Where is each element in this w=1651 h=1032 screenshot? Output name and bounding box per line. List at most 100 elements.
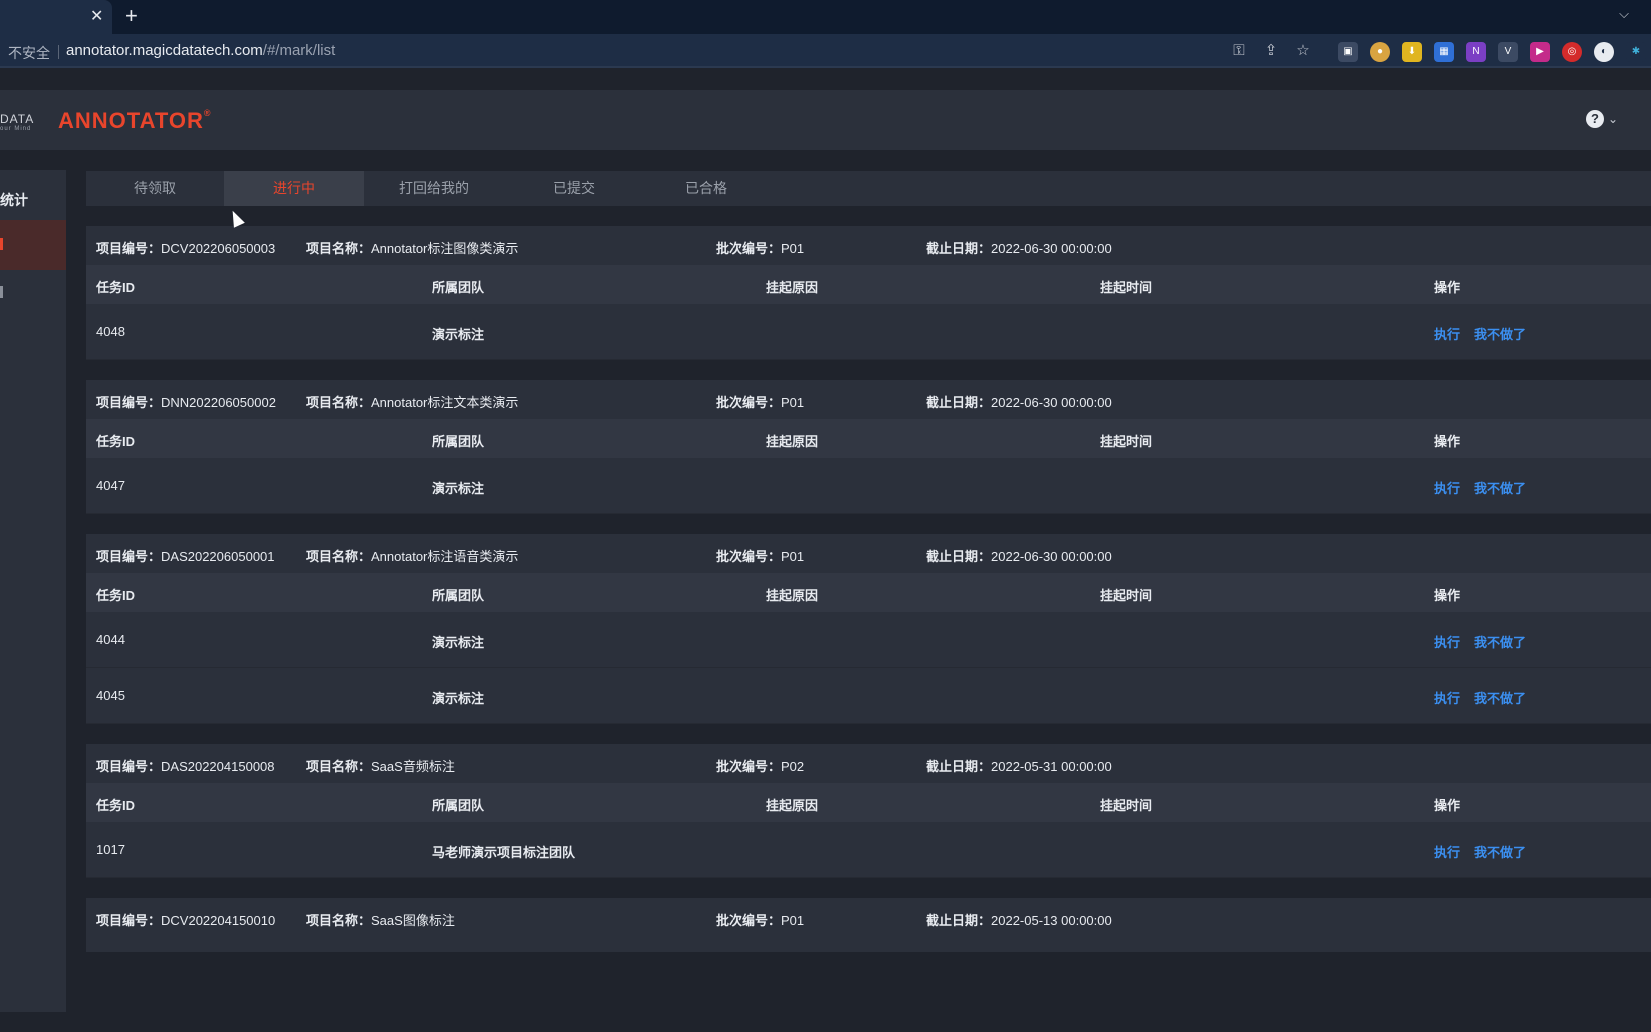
project-meta: 项目编号：DAS202206050001 项目名称：Annotator标注语音类… [86,534,1651,573]
url-path: /#/mark/list [262,42,336,59]
team-name: 演示标注 [432,635,485,650]
task-id: 4047 [96,478,125,493]
column-header: 所属团队 [432,280,485,295]
logo-text: ANNOTATOR [58,108,204,133]
table-row: 4047 演示标注 执行 我不做了 [86,458,1651,514]
batch-code: 批次编号：P01 [716,395,805,410]
project-name: 项目名称：SaaS图像标注 [306,913,455,928]
deadline: 截止日期：2022-06-30 00:00:00 [926,395,1112,410]
annotator-logo: ANNOTATOR® [58,108,212,134]
batch-code: 批次编号：P01 [716,241,805,256]
download-extension-icon[interactable]: ⬇ [1402,42,1422,62]
project-card: 项目编号：DAS202204150008 项目名称：SaaS音频标注 批次编号：… [86,744,1651,878]
logo-sub-text: our Mind [0,126,32,132]
sidebar-item-statistics[interactable]: 统计 [0,190,28,210]
close-tab-icon[interactable]: ✕ [90,8,103,26]
table-row: 4045 演示标注 执行 我不做了 [86,668,1651,724]
table-row: 4044 演示标注 执行 我不做了 [86,612,1651,668]
tab-pending[interactable]: 待领取 [86,171,224,206]
extension-icon[interactable]: ▶ [1530,42,1550,62]
project-meta: 项目编号：DAS202204150008 项目名称：SaaS音频标注 批次编号：… [86,744,1651,783]
task-id: 4045 [96,688,125,703]
team-name: 演示标注 [432,327,485,342]
execute-button[interactable]: 执行 [1434,842,1460,861]
sidebar-item-active[interactable] [0,220,66,270]
deadline: 截止日期：2022-05-13 00:00:00 [926,913,1112,928]
project-code: 项目编号：DCV202206050003 [96,241,276,256]
browser-tab[interactable]: ✕ [0,0,112,34]
url-text[interactable]: annotator.magicdatatech.com/#/mark/list [66,42,335,59]
execute-button[interactable]: 执行 [1434,632,1460,651]
divider [58,45,59,59]
project-meta: 项目编号：DCV202204150010 项目名称：SaaS图像标注 批次编号：… [86,898,1651,937]
column-header: 所属团队 [432,588,485,603]
project-code: 项目编号：DCV202204150010 [96,913,276,928]
chevron-down-icon[interactable]: ⌄ [1608,112,1618,126]
profile-icon[interactable]: ◐ [1594,42,1614,62]
project-name: 项目名称：Annotator标注语音类演示 [306,549,519,564]
project-card: 项目编号：DCV202206050003 项目名称：Annotator标注图像类… [86,226,1651,360]
share-icon[interactable]: ⇪ [1262,42,1280,60]
column-header: 挂起原因 [766,280,819,295]
extension-icon[interactable]: ✱ [1626,42,1646,62]
quit-task-button[interactable]: 我不做了 [1474,324,1526,343]
new-tab-icon[interactable]: + [125,5,138,27]
batch-code: 批次编号：P01 [716,913,805,928]
project-card: 项目编号：DNN202206050002 项目名称：Annotator标注文本类… [86,380,1651,514]
logo-mark: ® [203,108,212,118]
extension-icon[interactable]: ▦ [1434,42,1454,62]
project-card: 项目编号：DAS202206050001 项目名称：Annotator标注语音类… [86,534,1651,724]
quit-task-button[interactable]: 我不做了 [1474,632,1526,651]
deadline: 截止日期：2022-06-30 00:00:00 [926,549,1112,564]
column-header: 挂起时间 [1100,798,1153,813]
table-header: 任务ID 所属团队 挂起原因 挂起时间 操作 [86,573,1651,612]
extension-icon[interactable]: ● [1370,42,1390,62]
execute-button[interactable]: 执行 [1434,324,1460,343]
sidebar: 统计 [0,170,66,1012]
column-header: 所属团队 [432,798,485,813]
deadline: 截止日期：2022-05-31 00:00:00 [926,759,1112,774]
project-name: 项目名称：Annotator标注文本类演示 [306,395,519,410]
help-icon[interactable]: ? [1586,110,1604,128]
team-name: 演示标注 [432,691,485,706]
project-code: 项目编号：DAS202206050001 [96,549,275,564]
quit-task-button[interactable]: 我不做了 [1474,842,1526,861]
tab-qualified[interactable]: 已合格 [644,171,768,206]
tab-returned[interactable]: 打回给我的 [364,171,504,206]
table-row: 1017 马老师演示项目标注团队 执行 我不做了 [86,822,1651,878]
execute-button[interactable]: 执行 [1434,478,1460,497]
column-header: 任务ID [96,798,136,813]
project-meta: 项目编号：DCV202206050003 项目名称：Annotator标注图像类… [86,226,1651,265]
tab-submitted[interactable]: 已提交 [504,171,644,206]
project-code: 项目编号：DNN202206050002 [96,395,276,410]
star-icon[interactable]: ☆ [1294,42,1312,60]
extension-icon[interactable]: ▣ [1338,42,1358,62]
onenote-icon[interactable]: N [1466,42,1486,62]
chevron-down-icon[interactable]: ⌵ [1619,6,1629,22]
batch-code: 批次编号：P01 [716,549,805,564]
table-header: 任务ID 所属团队 挂起原因 挂起时间 操作 [86,419,1651,458]
status-tabs: 待领取 进行中 打回给我的 已提交 已合格 [86,171,1651,206]
column-header: 任务ID [96,434,136,449]
quit-task-button[interactable]: 我不做了 [1474,478,1526,497]
address-bar[interactable]: 不安全 annotator.magicdatatech.com/#/mark/l… [0,34,1651,68]
quit-task-button[interactable]: 我不做了 [1474,688,1526,707]
team-name: 演示标注 [432,481,485,496]
tab-in-progress[interactable]: 进行中 [224,171,364,206]
address-bar-icons: ⚿ ⇪ ☆ [1230,42,1312,60]
execute-button[interactable]: 执行 [1434,688,1460,707]
column-header: 操作 [1434,280,1461,295]
extension-icon[interactable]: V [1498,42,1518,62]
key-icon[interactable]: ⚿ [1230,42,1248,60]
url-host: annotator.magicdatatech.com [66,42,263,59]
column-header: 任务ID [96,588,136,603]
sidebar-item[interactable] [0,286,3,298]
deadline: 截止日期：2022-06-30 00:00:00 [926,241,1112,256]
mouse-cursor-icon [227,208,245,228]
column-header: 操作 [1434,588,1461,603]
extension-icon[interactable]: ◎ [1562,42,1582,62]
column-header: 操作 [1434,798,1461,813]
task-id: 4048 [96,324,125,339]
column-header: 挂起时间 [1100,588,1153,603]
insecure-label[interactable]: 不安全 [8,43,50,63]
